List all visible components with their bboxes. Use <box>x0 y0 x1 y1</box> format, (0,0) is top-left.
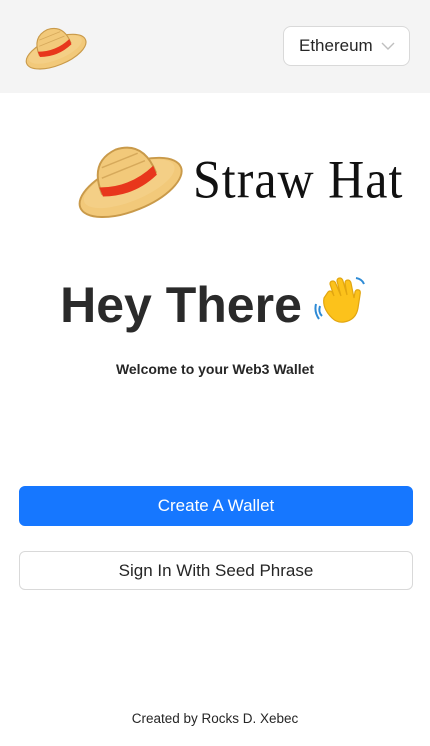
straw-hat-logo-icon <box>78 146 183 218</box>
app-root: Ethereum Straw Hat Hey There Welcome to … <box>0 0 430 746</box>
network-select[interactable]: Ethereum <box>283 26 410 66</box>
page-title: Hey There <box>0 272 430 334</box>
waving-hand-icon <box>314 277 365 323</box>
chevron-down-icon <box>381 42 395 50</box>
top-header: Ethereum <box>0 0 430 93</box>
brand-name: Straw Hat <box>193 149 404 210</box>
page-title-text: Hey There <box>60 277 302 333</box>
straw-hat-logo-icon <box>25 27 87 70</box>
welcome-subtitle: Welcome to your Web3 Wallet <box>115 361 315 377</box>
brand-lockup: Straw Hat <box>66 130 402 225</box>
footer-credit: Created by Rocks D. Xebec <box>131 711 299 726</box>
sign-in-seed-phrase-button[interactable]: Sign In With Seed Phrase <box>19 551 413 590</box>
create-wallet-button[interactable]: Create A Wallet <box>19 486 413 526</box>
